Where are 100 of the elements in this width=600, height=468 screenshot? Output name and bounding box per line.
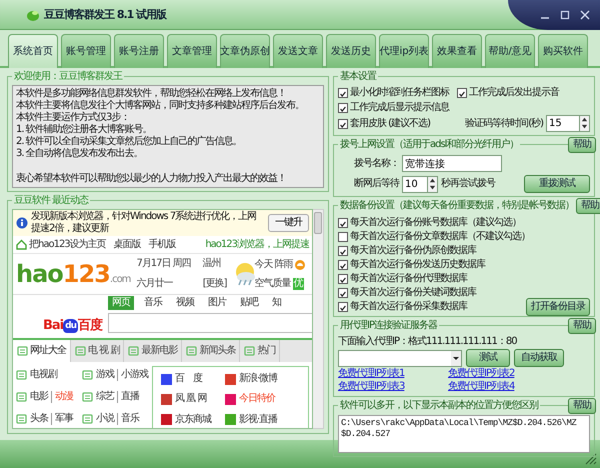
auto-fetch-button[interactable]: 自动获取 <box>514 349 564 367</box>
proxy-list-link[interactable]: 免费代理IP列表3 <box>338 381 448 393</box>
checkbox[interactable] <box>338 302 348 312</box>
tab[interactable]: 效果查看 <box>432 34 482 68</box>
quick-link[interactable]: 音乐 <box>117 413 139 425</box>
quick-link[interactable]: 小游戏 <box>117 369 148 381</box>
quick-link[interactable]: 小说 <box>96 413 114 425</box>
tab[interactable]: 账号注册 <box>114 34 164 68</box>
checkbox-label: 套用皮肤 (建议不选) <box>350 118 430 130</box>
quick-link[interactable]: 直播 <box>117 391 139 403</box>
tab[interactable]: 账号管理 <box>61 34 111 68</box>
tab[interactable]: 购买软件 <box>538 34 588 68</box>
checkbox[interactable] <box>338 260 348 270</box>
maximize-icon[interactable] <box>560 10 570 20</box>
path-text-area: C:\Users\rakc\AppData\Local\Temp\MZ$D.204.526\MZ$D.204.527 <box>338 415 590 453</box>
home-link[interactable]: 把hao123设为主页 <box>16 238 106 250</box>
text-field[interactable]: 宽带连接 <box>402 155 502 172</box>
site-link[interactable]: 京东商城 <box>175 414 211 426</box>
quick-link[interactable]: 军事 <box>51 413 73 425</box>
checkbox[interactable] <box>338 288 348 298</box>
checkbox[interactable] <box>338 102 348 112</box>
quick-link[interactable]: 动漫 <box>51 391 73 403</box>
checkbox[interactable] <box>338 232 348 242</box>
search-tab[interactable]: 音乐 <box>140 296 166 310</box>
search-field[interactable] <box>108 313 312 333</box>
tab[interactable]: 代理ip列表 <box>379 34 429 68</box>
hao123-logo-suffix: .com <box>110 274 130 286</box>
checkbox[interactable] <box>457 88 467 98</box>
site-link[interactable]: 今日特价 <box>239 393 275 406</box>
proxy-list-link[interactable]: 免费代理IP列表2 <box>448 368 590 380</box>
site-link[interactable]: 影视·直播 <box>239 414 278 426</box>
checkbox[interactable] <box>338 88 348 98</box>
welcome-text-line: 2. 软件可以全自动采集文章然后您加上自己的广告信息。 <box>16 136 243 148</box>
tab[interactable]: 文章伪原创 <box>220 34 270 68</box>
search-tab[interactable]: 图片 <box>204 296 230 310</box>
spin-arrows-icon[interactable] <box>580 115 590 132</box>
spin-field[interactable]: 10 <box>402 176 428 192</box>
category-tab[interactable]: 最新电影 <box>124 340 182 362</box>
welcome-text-line: 本软件是多功能网络信息群发软件，帮助您轻松在网络上发布信息！ <box>16 88 287 100</box>
baidu-paw-logo: du <box>63 319 78 333</box>
close-icon[interactable] <box>580 10 590 20</box>
welcome-text-line: 3. 全自动将信息发布发布出去。 <box>16 148 144 160</box>
toolbar-link[interactable]: 桌面版 <box>114 238 141 250</box>
checkbox[interactable] <box>338 118 348 128</box>
search-tab[interactable]: 贴吧 <box>236 296 262 310</box>
page-icon <box>75 346 86 356</box>
checkbox[interactable] <box>338 246 348 256</box>
toolbar-link[interactable]: 手机版 <box>148 238 176 250</box>
change-city-link[interactable]: [更换] <box>202 278 227 290</box>
page-icon <box>82 414 93 424</box>
checkbox[interactable] <box>338 218 348 228</box>
quick-link[interactable]: 电影 <box>30 391 48 403</box>
page-icon <box>82 370 93 380</box>
quick-link[interactable]: 游戏 <box>96 369 114 381</box>
page-icon <box>186 346 198 356</box>
help-button[interactable]: 帮助 <box>568 318 596 334</box>
help-button[interactable]: 帮助 <box>568 398 596 414</box>
checkbox-label: 每天首次运行备份代理数据库 <box>350 272 467 284</box>
tab[interactable]: 发送文章 <box>273 34 323 68</box>
help-button[interactable]: 帮助 <box>576 198 600 214</box>
search-tab[interactable]: 视频 <box>172 296 198 310</box>
open-backup-folder-button[interactable]: 打开备份目录 <box>526 298 590 316</box>
tab[interactable]: 文章管理 <box>167 34 217 68</box>
checkbox-label: 每天首次运行备份文章数据库（不建议勾选） <box>350 230 530 242</box>
category-tab[interactable]: 电 视 剧 <box>71 340 124 362</box>
resize-grip-icon[interactable] <box>585 453 597 465</box>
scrollbar[interactable] <box>313 209 324 429</box>
group-title: 欢迎使用：豆豆博客群发王 <box>12 71 124 83</box>
quick-link[interactable]: 综艺 <box>96 391 114 403</box>
checkbox[interactable] <box>338 274 348 284</box>
group-title: 用代理IP连接验证服务器 <box>338 320 439 332</box>
home-icon <box>16 239 27 250</box>
proxy-list-link[interactable]: 免费代理IP列表4 <box>448 381 590 393</box>
promo-link[interactable]: hao123浏览器，上网提速 <box>205 238 309 250</box>
proxy-list-link[interactable]: 免费代理IP列表1 <box>338 368 448 380</box>
update-notice: 发现新版本浏览器，针对Windows 7系统进行优化，上网提速2倍，建议更新 <box>31 211 258 235</box>
site-link[interactable]: 新浪·微博 <box>239 373 278 386</box>
spin-field[interactable]: 15 <box>546 115 580 132</box>
page-icon <box>244 346 256 356</box>
category-tab[interactable]: 网址大全 <box>13 340 71 362</box>
category-tab[interactable]: 新闻头条 <box>182 340 240 362</box>
welcome-text-line: 本软件主要运作方式仅3步： <box>16 112 130 124</box>
weather-text: 今天 阵雨 <box>254 258 293 270</box>
page-icon <box>16 392 27 402</box>
site-link[interactable]: 百 度 <box>175 373 202 386</box>
redial-test-button[interactable]: 重拨测试 <box>524 175 590 193</box>
field-label: 拨号名称： <box>354 158 399 170</box>
tab[interactable]: 发送历史 <box>326 34 376 68</box>
tab[interactable]: 系统首页 <box>8 34 58 68</box>
search-tab[interactable]: 知 <box>268 296 285 310</box>
checkbox-label: 工作完成后发出提示音 <box>469 86 559 98</box>
tab[interactable]: 帮助/意见 <box>485 34 535 68</box>
quick-link[interactable]: 电视剧 <box>30 369 57 381</box>
spin-arrows-icon[interactable] <box>428 176 438 192</box>
site-link[interactable]: 凤 凰 网 <box>175 393 206 406</box>
help-button[interactable]: 帮助 <box>568 137 596 153</box>
test-button[interactable]: 测试 <box>466 349 510 367</box>
category-tab[interactable]: 热门 <box>240 340 280 362</box>
quick-link[interactable]: 头条 <box>30 413 48 425</box>
upgrade-button[interactable]: 一键升 <box>268 214 309 232</box>
